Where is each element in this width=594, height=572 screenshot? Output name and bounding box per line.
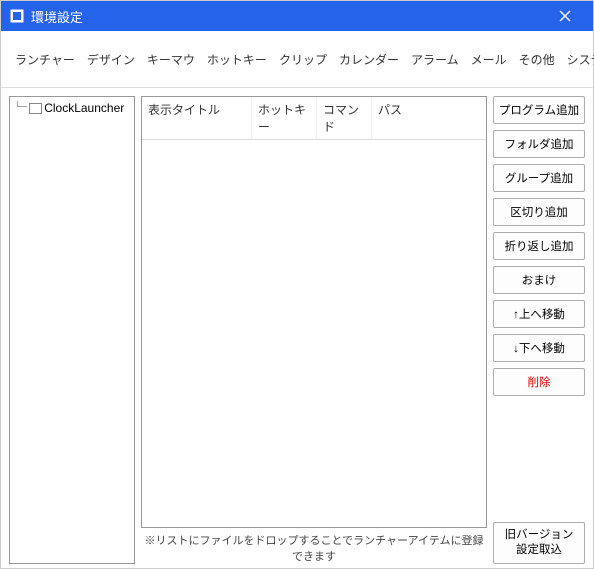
tab-launcher[interactable]: ランチャー — [9, 47, 81, 72]
tree-item-root[interactable]: └─ ClockLauncher — [12, 99, 132, 117]
move-down-button[interactable]: ↓下へ移動 — [493, 334, 585, 362]
col-hotkey[interactable]: ホットキー — [252, 97, 317, 139]
add-folder-button[interactable]: フォルダ追加 — [493, 130, 585, 158]
window-title: 環境設定 — [31, 7, 545, 26]
bonus-button[interactable]: おまけ — [493, 266, 585, 294]
tab-hotkey[interactable]: ホットキー — [201, 47, 273, 72]
tab-clip[interactable]: クリップ — [273, 47, 333, 72]
titlebar: 環境設定 — [1, 1, 593, 31]
tree-connector-icon: └─ — [14, 102, 27, 114]
content: └─ ClockLauncher 表示タイトル ホットキー コマンド パス ※リ… — [1, 88, 593, 572]
tab-design[interactable]: デザイン — [81, 47, 141, 72]
add-separator-button[interactable]: 区切り追加 — [493, 198, 585, 226]
delete-button[interactable]: 削除 — [493, 368, 585, 396]
spacer — [493, 402, 585, 516]
tab-keymouse[interactable]: キーマウ — [141, 47, 201, 72]
center-panel: 表示タイトル ホットキー コマンド パス ※リストにファイルをドロップすることで… — [141, 96, 487, 564]
table-header: 表示タイトル ホットキー コマンド パス — [142, 97, 486, 140]
add-group-button[interactable]: グループ追加 — [493, 164, 585, 192]
move-up-button[interactable]: ↑上へ移動 — [493, 300, 585, 328]
hint-text: ※リストにファイルをドロップすることでランチャーアイテムに登録できます — [141, 528, 487, 564]
app-icon — [9, 8, 25, 24]
col-title[interactable]: 表示タイトル — [142, 97, 252, 139]
close-icon[interactable] — [545, 1, 585, 31]
add-program-button[interactable]: プログラム追加 — [493, 96, 585, 124]
tab-system[interactable]: システム — [561, 47, 594, 72]
item-table[interactable]: 表示タイトル ホットキー コマンド パス — [141, 96, 487, 528]
tab-other[interactable]: その他 — [513, 47, 561, 72]
tab-calendar[interactable]: カレンダー — [333, 47, 405, 72]
col-command[interactable]: コマンド — [317, 97, 372, 139]
folder-icon — [29, 103, 42, 114]
tabs: ランチャー デザイン キーマウ ホットキー クリップ カレンダー アラーム メー… — [9, 47, 594, 72]
tree-item-label: ClockLauncher — [44, 101, 124, 115]
sidebar: プログラム追加 フォルダ追加 グループ追加 区切り追加 折り返し追加 おまけ ↑… — [493, 96, 585, 564]
tab-mail[interactable]: メール — [465, 47, 513, 72]
add-wrap-button[interactable]: 折り返し追加 — [493, 232, 585, 260]
toolbar: ランチャー デザイン キーマウ ホットキー クリップ カレンダー アラーム メー… — [1, 31, 593, 88]
import-old-button[interactable]: 旧バージョン設定取込 — [493, 522, 585, 564]
col-path[interactable]: パス — [372, 97, 486, 139]
tree-panel[interactable]: └─ ClockLauncher — [9, 96, 135, 564]
tab-alarm[interactable]: アラーム — [405, 47, 465, 72]
